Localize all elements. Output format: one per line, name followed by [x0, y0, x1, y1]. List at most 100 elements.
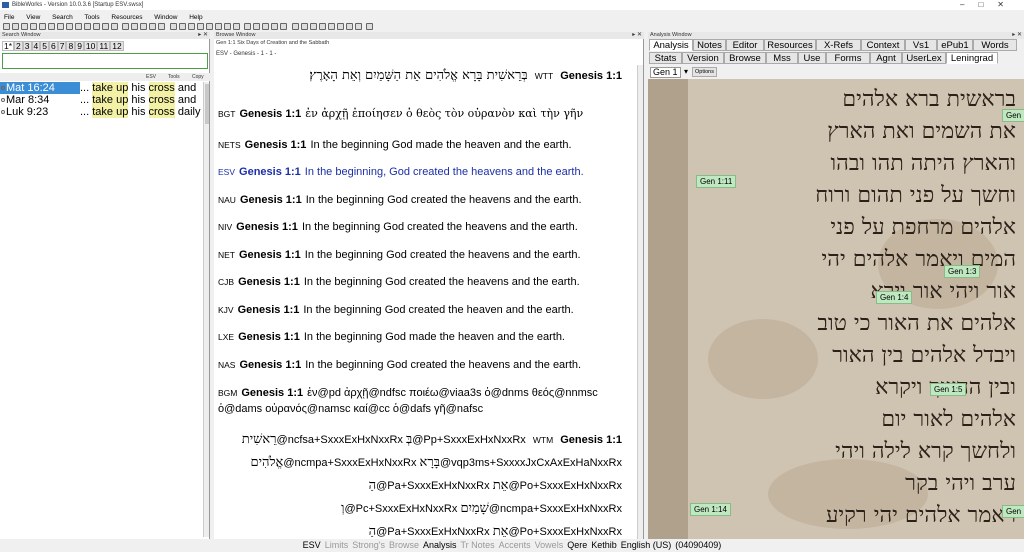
verse-line-bgm[interactable]: BGM Genesis 1:1 ἐν@pd ἀρχῇ@ndfsc ποιέω@via…	[218, 386, 598, 400]
verse-line-esv[interactable]: ESV Genesis 1:1 In the beginning, God crea…	[218, 165, 584, 179]
toolbar-button-icon[interactable]	[3, 23, 10, 30]
morph-line[interactable]: הַ@Pa+SxxxExHxNxxRx אֵת@Po+SxxxExHxNxxRx	[369, 525, 622, 539]
toolbar-button-icon[interactable]	[140, 23, 147, 30]
status-item--04090409-[interactable]: (04090409)	[675, 540, 721, 550]
toolbar-button-icon[interactable]	[188, 23, 195, 30]
toolbar-button-icon[interactable]	[292, 23, 299, 30]
verse-marker[interactable]: Gen 1:5	[930, 383, 967, 396]
verse-marker[interactable]: Gen	[1002, 505, 1024, 518]
search-tab[interactable]: 8	[66, 41, 76, 51]
status-item-analysis[interactable]: Analysis	[423, 540, 457, 550]
tab-epub1[interactable]: ePub1	[937, 39, 973, 51]
verse-marker[interactable]: Gen	[1002, 109, 1024, 122]
tab-analysis[interactable]: Analysis	[649, 39, 693, 51]
toolbar-button-icon[interactable]	[179, 23, 186, 30]
search-tab[interactable]: 12	[110, 41, 124, 51]
toolbar-button-icon[interactable]	[149, 23, 156, 30]
toolbar-button-icon[interactable]	[57, 23, 64, 30]
status-item-limits[interactable]: Limits	[325, 540, 349, 550]
tab-mss[interactable]: Mss	[766, 52, 798, 64]
search-tab[interactable]: 1*	[2, 41, 15, 51]
morph-line[interactable]: אֱלֹהִים@ncmpa+SxxxExHxNxxRx בָּרָא@vqp3…	[250, 456, 622, 470]
search-input[interactable]	[2, 53, 208, 69]
toolbar-button-icon[interactable]	[328, 23, 335, 30]
tab-resources[interactable]: Resources	[764, 39, 816, 51]
verse-line-lxe[interactable]: LXE Genesis 1:1 In the beginning God made …	[218, 330, 565, 344]
toolbar-button-icon[interactable]	[21, 23, 28, 30]
result-row[interactable]: Luk 9:23... take up his cross daily	[0, 106, 204, 118]
toolbar-button-icon[interactable]	[170, 23, 177, 30]
results-scrollbar[interactable]	[203, 82, 209, 537]
version-select[interactable]: ESV	[146, 74, 156, 80]
search-tab[interactable]: 3	[22, 41, 32, 51]
verse-line-cjb[interactable]: CJB Genesis 1:1 In the beginning God creat…	[218, 275, 580, 289]
search-tab[interactable]: 5	[40, 41, 49, 51]
result-row[interactable]: Mar 8:34... take up his cross and	[0, 94, 204, 106]
menu-tools[interactable]: Tools	[84, 14, 99, 21]
toolbar-button-icon[interactable]	[301, 23, 308, 30]
search-tab[interactable]: 6	[48, 41, 58, 51]
toolbar-button-icon[interactable]	[122, 23, 129, 30]
verse-marker[interactable]: Gen 1:3	[944, 265, 981, 278]
toolbar-button-icon[interactable]	[262, 23, 269, 30]
toolbar-button-icon[interactable]	[319, 23, 326, 30]
menu-file[interactable]: File	[4, 14, 14, 21]
close-icon[interactable]: ▸ ✕	[198, 32, 208, 39]
toolbar-button-icon[interactable]	[48, 23, 55, 30]
toolbar-button-icon[interactable]	[12, 23, 19, 30]
search-tab[interactable]: 10	[83, 41, 98, 51]
toolbar-button-icon[interactable]	[244, 23, 251, 30]
toolbar-button-icon[interactable]	[224, 23, 231, 30]
copy-button[interactable]: Copy	[192, 74, 204, 80]
toolbar-button-icon[interactable]	[102, 23, 109, 30]
status-item-kethib[interactable]: Kethib	[591, 540, 617, 550]
status-item-strong-s[interactable]: Strong's	[352, 540, 385, 550]
verse-line-nau[interactable]: NAU Genesis 1:1 In the beginning God creat…	[218, 193, 582, 207]
menu-window[interactable]: Window	[154, 14, 177, 21]
verse-line-nets[interactable]: NETS Genesis 1:1 In the beginning God made…	[218, 138, 572, 152]
toolbar-button-icon[interactable]	[346, 23, 353, 30]
toolbar-button-icon[interactable]	[280, 23, 287, 30]
tab-stats[interactable]: Stats	[649, 52, 682, 64]
tab-use[interactable]: Use	[798, 52, 826, 64]
toolbar-button-icon[interactable]	[337, 23, 344, 30]
verse-line-wtm[interactable]: רֵאשִׁית@ncfsa+SxxxExHxNxxRx בְּ@Pp+Sxxx…	[242, 433, 622, 447]
morph-line[interactable]: הַ@Pa+SxxxExHxNxxRx אֵת@Po+SxxxExHxNxxRx	[369, 479, 622, 493]
status-item-qere[interactable]: Qere	[567, 540, 587, 550]
menu-help[interactable]: Help	[189, 14, 202, 21]
verse-line-kjv[interactable]: KJV Genesis 1:1 In the beginning God creat…	[218, 303, 574, 317]
verse-marker[interactable]: Gen 1:4	[876, 291, 913, 304]
verse-line-wtt[interactable]: בְּרֵאשִׁית בָּרָא אֱלֹהִים אֵת הַשָּׁמַ…	[309, 69, 622, 83]
verse-line-niv[interactable]: NIV Genesis 1:1 In the beginning God creat…	[218, 220, 578, 234]
close-icon[interactable]: ▸ ✕	[1012, 32, 1022, 39]
tab-userlex[interactable]: UserLex	[902, 52, 946, 64]
toolbar-button-icon[interactable]	[93, 23, 100, 30]
tab-leningrad[interactable]: Leningrad	[946, 52, 998, 64]
tab-browse[interactable]: Browse	[724, 52, 766, 64]
status-item-accents[interactable]: Accents	[499, 540, 531, 550]
status-item-english-us-[interactable]: English (US)	[621, 540, 672, 550]
tab-context[interactable]: Context	[861, 39, 905, 51]
verse-line-nas[interactable]: NAS Genesis 1:1 In the beginning God creat…	[218, 358, 581, 372]
status-item-vowels[interactable]: Vowels	[535, 540, 564, 550]
toolbar-button-icon[interactable]	[111, 23, 118, 30]
tab-forms[interactable]: Forms	[826, 52, 870, 64]
toolbar-button-icon[interactable]	[66, 23, 73, 30]
status-item-tr-notes[interactable]: Tr Notes	[460, 540, 494, 550]
search-tab[interactable]: 9	[75, 41, 84, 51]
search-tab[interactable]: 7	[57, 41, 67, 51]
toolbar-button-icon[interactable]	[366, 23, 373, 30]
menu-view[interactable]: View	[26, 14, 40, 21]
tab-version[interactable]: Version	[682, 52, 724, 64]
menu-search[interactable]: Search	[52, 14, 73, 21]
menu-resources[interactable]: Resources	[111, 14, 142, 21]
search-tab[interactable]: 11	[97, 41, 111, 51]
search-tab[interactable]: 4	[31, 41, 41, 51]
status-item-browse[interactable]: Browse	[389, 540, 419, 550]
search-tab[interactable]: 2	[14, 41, 23, 51]
toolbar-button-icon[interactable]	[253, 23, 260, 30]
window-controls[interactable]: –□✕	[960, 0, 1018, 10]
browse-scrollbar[interactable]	[637, 65, 643, 539]
close-icon[interactable]: ▸ ✕	[632, 32, 642, 39]
verse-line-net[interactable]: NET Genesis 1:1 In the beginning God creat…	[218, 248, 581, 262]
